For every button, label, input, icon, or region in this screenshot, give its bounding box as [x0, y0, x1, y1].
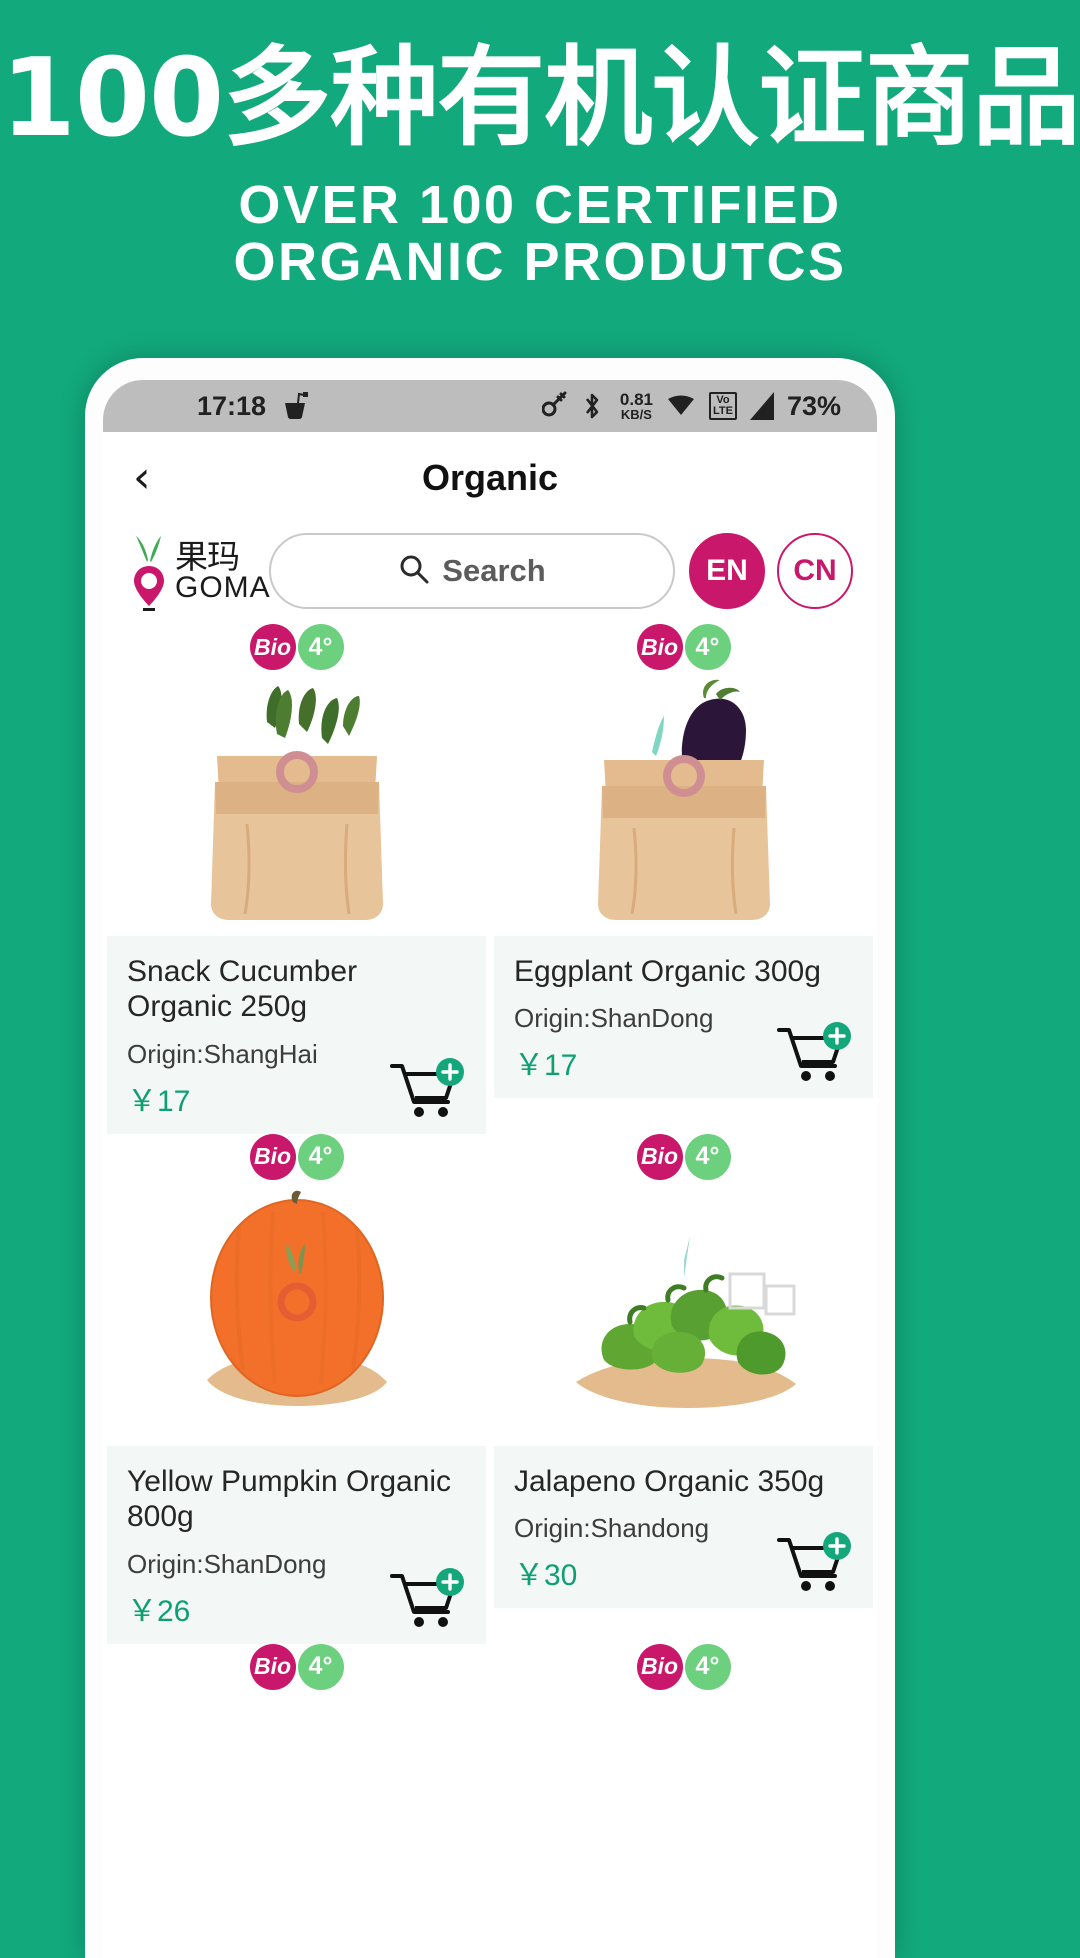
product-badges: Bio 4°	[494, 624, 873, 670]
product-card-partial[interactable]: Bio 4°	[494, 1643, 873, 1690]
temperature-badge: 4°	[297, 1643, 344, 1690]
temperature-badge: 4°	[684, 1133, 731, 1180]
status-bar: 17:18 0.81 KB/S Vo LTE 73%	[103, 380, 877, 432]
product-card[interactable]: Bio 4° Snack Cucumber Organic 250g Origi…	[107, 624, 486, 1134]
battery-percent: 73%	[786, 390, 841, 421]
product-badges: Bio 4°	[107, 1133, 486, 1180]
wifi-icon	[666, 394, 696, 418]
product-badges: Bio 4°	[107, 624, 486, 670]
product-grid: Bio 4° Snack Cucumber Organic 250g Origi…	[103, 624, 877, 1690]
product-image[interactable]	[494, 664, 873, 936]
product-image[interactable]	[107, 664, 486, 936]
brand-logo[interactable]: 果玛 GOMA	[127, 528, 270, 614]
lang-button-cn[interactable]: CN	[777, 533, 853, 609]
bio-badge: Bio	[249, 624, 296, 670]
bio-badge: Bio	[636, 1133, 683, 1180]
promo-headline-en-line1: OVER 100 CERTIFIED	[238, 175, 842, 236]
brand-name-en: GOMA	[175, 570, 271, 604]
signal-icon	[749, 392, 774, 420]
product-image[interactable]	[494, 1173, 873, 1446]
search-input[interactable]: Search	[269, 533, 675, 609]
bio-badge: Bio	[249, 1643, 296, 1690]
product-card[interactable]: Bio 4° Jalapeno Organic 350g Origin:Shan…	[494, 1133, 873, 1644]
temperature-badge: 4°	[684, 1643, 731, 1690]
product-name: Jalapeno Organic 350g	[514, 1464, 825, 1498]
product-name: Eggplant Organic 300g	[514, 955, 821, 988]
status-time: 17:18	[197, 390, 267, 421]
add-to-cart-icon[interactable]	[388, 1567, 466, 1630]
product-name: Snack Cucumber Organic 250g	[127, 955, 358, 1024]
key-icon	[541, 391, 568, 421]
add-to-cart-icon[interactable]	[775, 1022, 853, 1084]
product-card[interactable]: Bio 4° Eggplant Organic 300g Origin:Shan…	[494, 624, 873, 1134]
product-badges: Bio 4°	[494, 1643, 873, 1690]
bio-badge: Bio	[636, 1643, 683, 1690]
network-speed-unit: KB/S	[620, 407, 652, 422]
product-info: Snack Cucumber Organic 250g Origin:Shang…	[107, 936, 486, 1134]
phone-screen: 17:18 0.81 KB/S Vo LTE 73% ‹ Organic 果玛 …	[103, 380, 877, 1958]
lang-button-en[interactable]: EN	[689, 533, 765, 609]
volte-bottom-label: LTE	[712, 405, 733, 417]
temperature-badge: 4°	[297, 624, 344, 670]
brand-logo-text: 果玛 GOMA	[175, 540, 271, 603]
promo-headline-en: OVER 100 CERTIFIED ORGANIC PRODUTCS	[0, 177, 1080, 290]
bio-badge: Bio	[249, 1133, 296, 1180]
network-speed: 0.81 KB/S	[620, 391, 653, 421]
bluetooth-icon	[581, 391, 607, 421]
promo-headline-en-line2: ORGANIC PRODUTCS	[233, 232, 847, 293]
bio-badge: Bio	[636, 624, 683, 670]
goma-sprout-pin-icon	[127, 528, 171, 614]
back-chevron-icon[interactable]: ‹	[133, 456, 151, 500]
add-to-cart-icon[interactable]	[388, 1057, 466, 1120]
product-info: Jalapeno Organic 350g Origin:Shandong ￥3…	[494, 1445, 873, 1609]
brand-name-cn: 果玛	[175, 536, 240, 576]
product-info: Eggplant Organic 300g Origin:ShanDong ￥1…	[494, 936, 873, 1099]
app-bar: ‹ Organic	[103, 432, 877, 524]
cup-icon	[282, 391, 309, 421]
page-title: Organic	[421, 457, 559, 498]
product-name: Yellow Pumpkin Organic 800g	[127, 1464, 452, 1534]
search-icon	[398, 553, 430, 590]
volte-icon: Vo LTE	[708, 391, 737, 421]
product-info: Yellow Pumpkin Organic 800g Origin:ShanD…	[107, 1445, 486, 1644]
search-row: 果玛 GOMA Search EN CN	[103, 524, 877, 624]
product-image[interactable]	[107, 1173, 486, 1446]
product-badges: Bio 4°	[494, 1133, 873, 1180]
product-card[interactable]: Bio 4° Yellow Pumpkin Organic 800g Origi…	[107, 1133, 486, 1644]
phone-mockup: 17:18 0.81 KB/S Vo LTE 73% ‹ Organic 果玛 …	[85, 358, 895, 1958]
product-card-partial[interactable]: Bio 4°	[107, 1643, 486, 1690]
language-switcher: EN CN	[689, 533, 853, 609]
add-to-cart-icon[interactable]	[775, 1532, 853, 1594]
promo-headline-cn: 100多种有机认证商品	[0, 36, 1080, 161]
temperature-badge: 4°	[297, 1133, 344, 1180]
temperature-badge: 4°	[684, 624, 731, 670]
search-placeholder: Search	[442, 553, 546, 588]
promo-banner: 100多种有机认证商品 OVER 100 CERTIFIED ORGANIC P…	[0, 0, 1080, 291]
product-badges: Bio 4°	[107, 1643, 486, 1690]
